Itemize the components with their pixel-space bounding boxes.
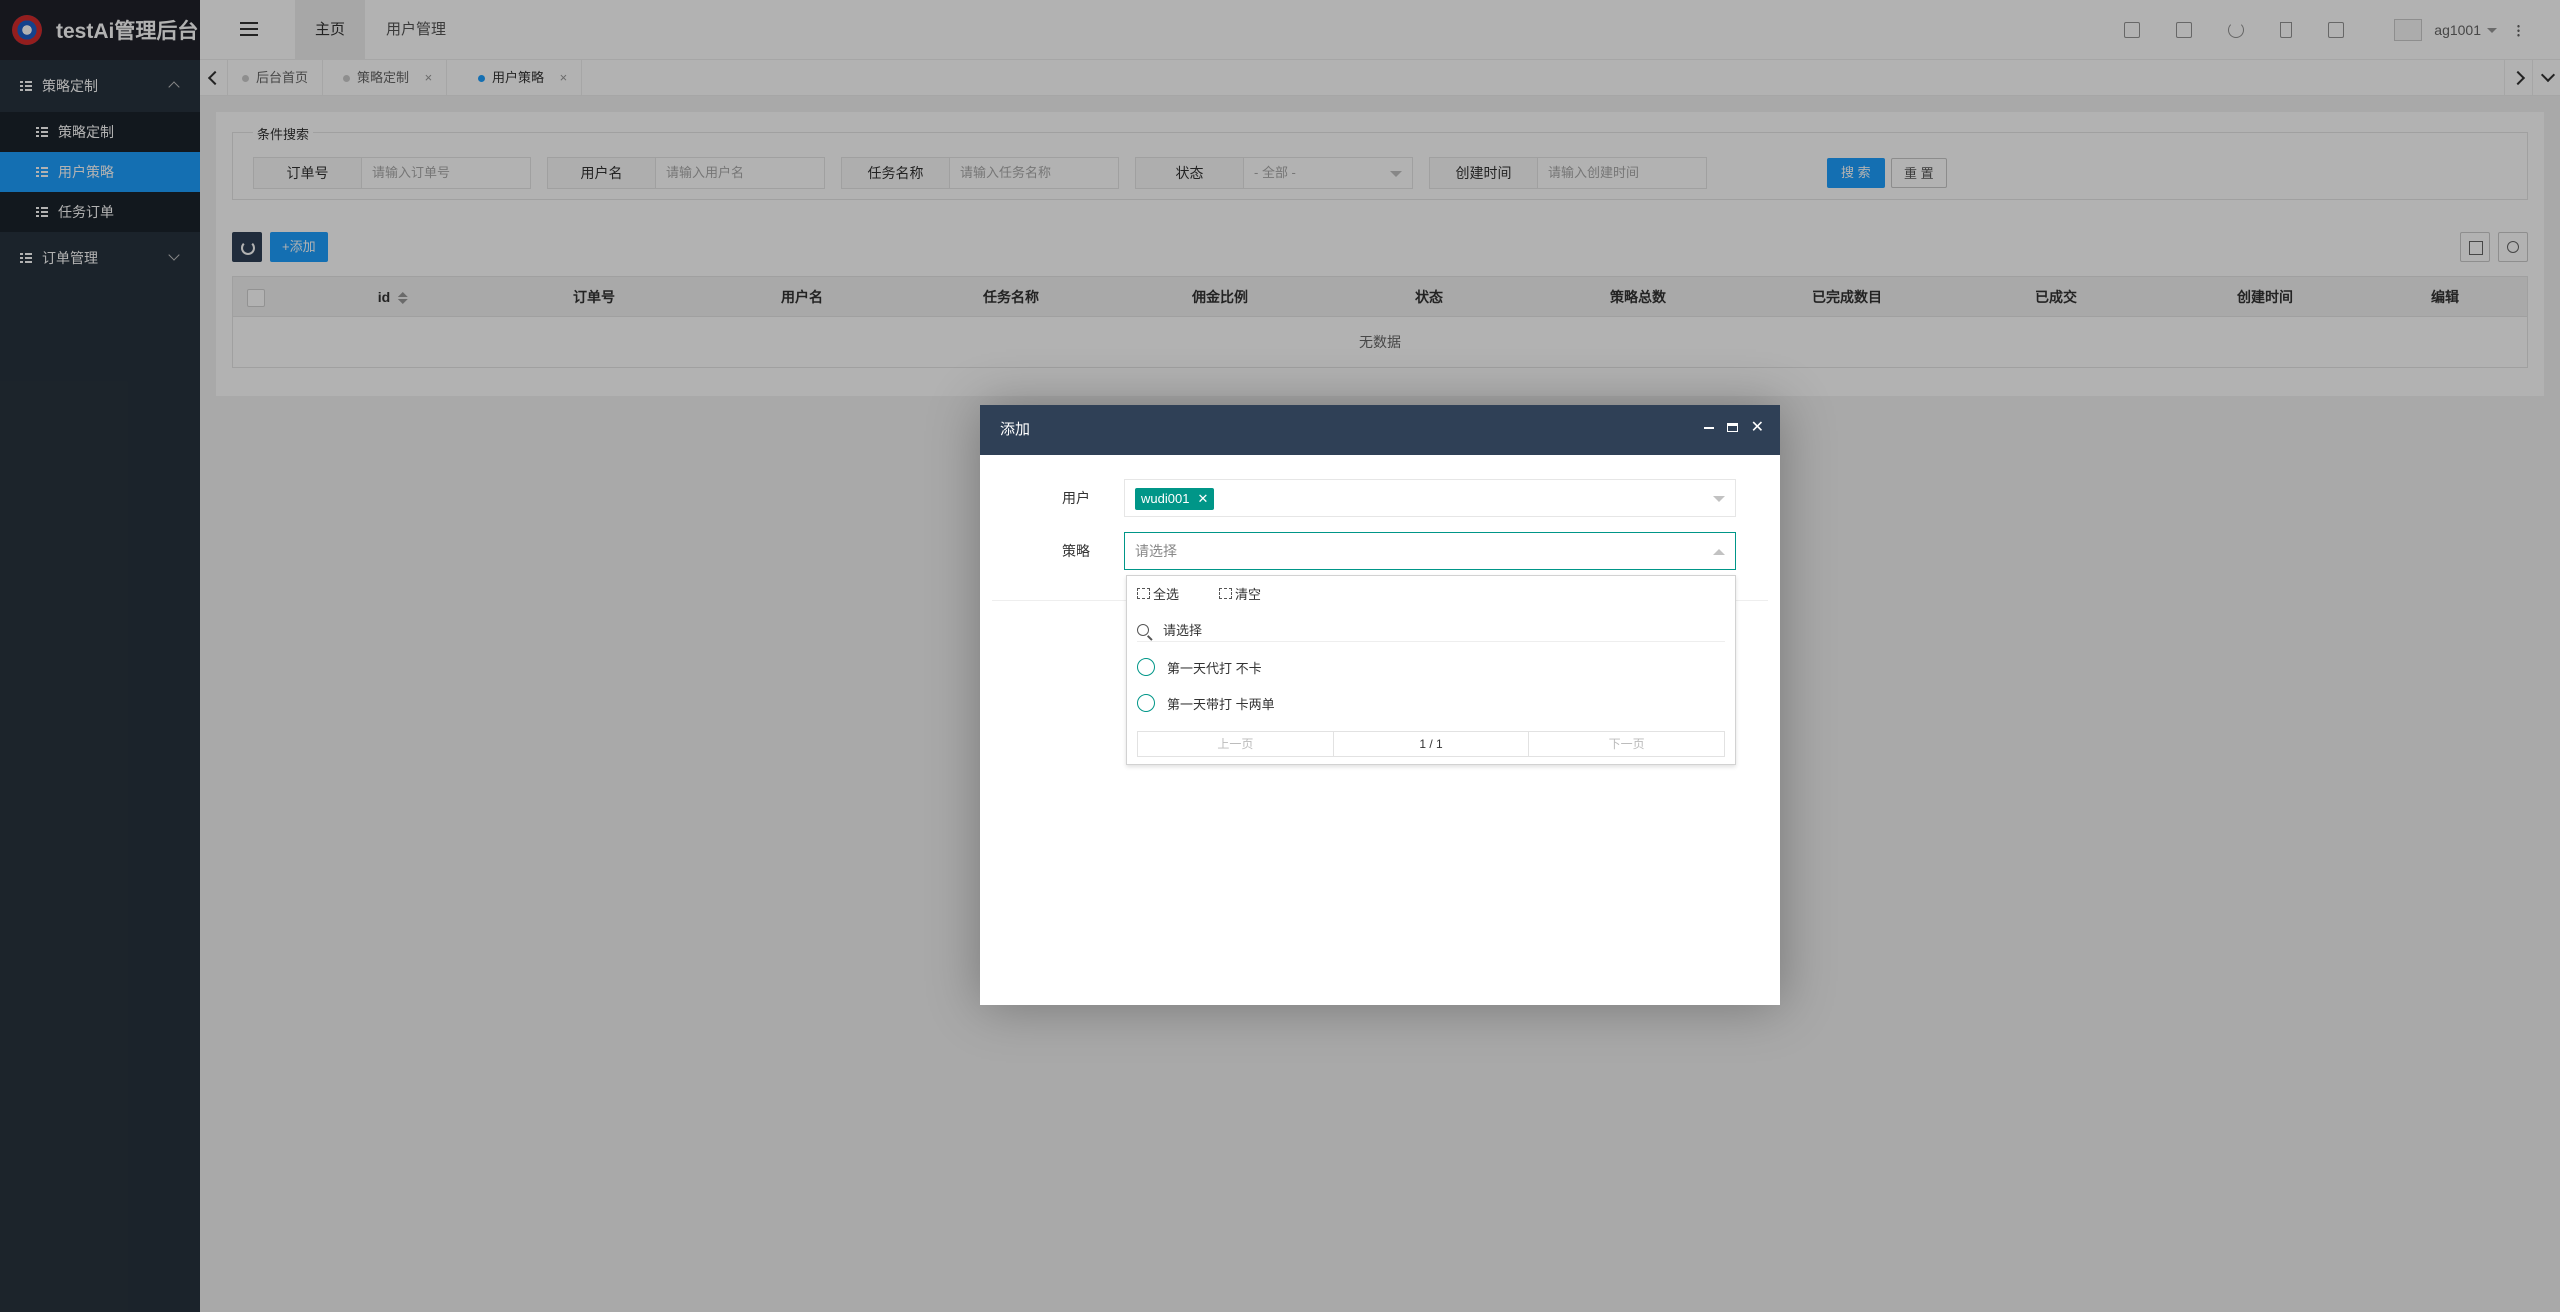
chevron-down-icon (1713, 496, 1725, 502)
dropdown-search-placeholder: 请选择 (1163, 623, 1203, 638)
strategy-select[interactable]: 请选择 (1124, 532, 1736, 570)
option-label: 第一天代打 不卡 (1167, 660, 1262, 676)
minimize-icon[interactable] (1704, 427, 1714, 429)
option-label: 第一天带打 卡两单 (1167, 696, 1275, 712)
radio-icon (1137, 694, 1155, 712)
select-all-icon (1137, 588, 1150, 599)
user-select[interactable]: wudi001 ✕ (1124, 479, 1736, 517)
user-tag-label: wudi001 (1141, 491, 1190, 506)
dropdown-actions: 全选 清空 (1137, 584, 1301, 603)
select-all-button[interactable]: 全选 (1137, 584, 1199, 603)
dropdown-pager: 上一页 1 / 1 下一页 (1137, 731, 1725, 757)
radio-icon (1137, 658, 1155, 676)
dropdown-option[interactable]: 第一天带打 卡两单 (1137, 685, 1275, 721)
chevron-up-icon (1713, 549, 1725, 555)
strategy-row: 策略 请选择 (980, 532, 1780, 570)
user-row: 用户 wudi001 ✕ (980, 479, 1780, 517)
select-all-label: 全选 (1153, 587, 1180, 602)
clear-icon (1219, 588, 1233, 599)
strategy-placeholder: 请选择 (1135, 543, 1177, 559)
prev-page-button[interactable]: 上一页 (1138, 732, 1334, 756)
strategy-label: 策略 (1062, 543, 1090, 559)
remove-tag-icon[interactable]: ✕ (1197, 491, 1208, 506)
clear-button[interactable]: 清空 (1219, 584, 1281, 603)
user-label: 用户 (1062, 490, 1090, 506)
next-page-button[interactable]: 下一页 (1529, 732, 1724, 756)
user-tag: wudi001 ✕ (1135, 488, 1215, 510)
dropdown-search[interactable]: 请选择 (1137, 618, 1725, 642)
strategy-dropdown: 全选 清空 请选择 第一天代打 不卡 第一天带打 卡两单 上一页 1 / 1 下… (1126, 575, 1736, 765)
dialog-title: 添加 (1000, 421, 1031, 438)
close-icon[interactable]: ✕ (1751, 405, 1764, 455)
maximize-icon[interactable] (1727, 423, 1738, 432)
page-indicator: 1 / 1 (1334, 732, 1530, 756)
dialog-header: 添加 ✕ (980, 405, 1780, 455)
dropdown-option[interactable]: 第一天代打 不卡 (1137, 649, 1262, 685)
clear-label: 清空 (1235, 587, 1262, 602)
search-icon (1137, 623, 1149, 636)
